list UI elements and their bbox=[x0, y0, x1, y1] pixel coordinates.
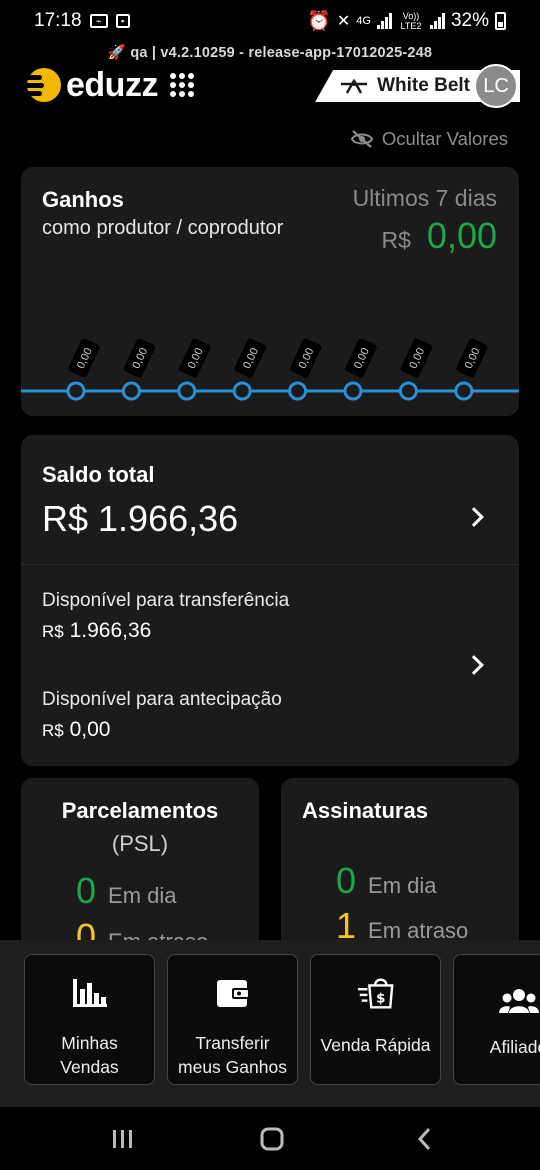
chart-point[interactable] bbox=[288, 381, 308, 401]
belt-icon bbox=[341, 78, 368, 94]
eduzz-logo-icon bbox=[20, 64, 62, 106]
transfer-label: Disponível para transferência bbox=[42, 590, 290, 611]
eye-off-icon bbox=[350, 130, 373, 148]
installments-title: Parcelamentos bbox=[61, 798, 219, 823]
quick-action-fast-sale[interactable]: $ Venda Rápida bbox=[310, 954, 441, 1085]
installments-ok-count: 0 bbox=[76, 870, 97, 911]
gains-currency: R$ bbox=[381, 227, 411, 253]
quick-action-label: Venda Rápida bbox=[320, 1035, 431, 1055]
recent-apps-button[interactable] bbox=[108, 1125, 138, 1153]
gains-card[interactable]: Ganhos como produtor / coprodutor Ultimo… bbox=[21, 167, 519, 416]
bar-chart-icon bbox=[70, 973, 110, 1013]
balance-card[interactable]: Saldo total R$ 1.966,36 Disponível para … bbox=[21, 435, 519, 766]
quick-action-label: Afiliado bbox=[489, 1037, 540, 1057]
chart-point[interactable] bbox=[454, 381, 474, 401]
screenshot-notification-icon: ▪ bbox=[115, 14, 130, 28]
subscriptions-ok: 0 Em dia bbox=[336, 860, 437, 902]
version-text: qa | v4.2.10259 - release-app-17012025-2… bbox=[130, 45, 433, 61]
advance-currency: R$ bbox=[42, 721, 64, 740]
home-button[interactable] bbox=[257, 1125, 287, 1153]
chart-data-label: 0,00 bbox=[179, 338, 211, 378]
network-type-icon: 4G bbox=[356, 15, 371, 27]
chevron-right-icon[interactable] bbox=[464, 655, 484, 675]
chart-data-label: 0,00 bbox=[68, 338, 100, 378]
fast-sale-bag-icon: $ bbox=[356, 973, 396, 1013]
app-header: eduzz White Belt LC bbox=[20, 64, 520, 114]
chart-data-label: 0,00 bbox=[400, 338, 433, 378]
version-banner: 🚀 qa | v4.2.10259 - release-app-17012025… bbox=[0, 44, 540, 61]
chart-data-label: 0,00 bbox=[456, 338, 488, 378]
signal-icon bbox=[376, 13, 392, 29]
balance-title: Saldo total bbox=[42, 462, 155, 487]
alarm-icon: ⏰ bbox=[307, 11, 331, 32]
gains-subtitle: como produtor / coprodutor bbox=[42, 217, 284, 239]
chart-point[interactable] bbox=[232, 381, 252, 401]
status-time: 17:18 bbox=[34, 10, 82, 31]
signal-icon-2 bbox=[429, 13, 445, 29]
transfer-amount: 1.966,36 bbox=[69, 619, 152, 642]
subscriptions-title: Assinaturas bbox=[302, 798, 428, 823]
quick-actions-panel: Minhas Vendas Transferir meus Ganhos $ V… bbox=[0, 940, 540, 1107]
balance-value: R$ 1.966,36 bbox=[42, 498, 239, 539]
divider bbox=[21, 564, 519, 565]
chart-point[interactable] bbox=[177, 381, 197, 401]
hide-values-toggle[interactable]: Ocultar Valores bbox=[350, 128, 508, 150]
gains-value: 0,00 bbox=[426, 215, 497, 256]
chart-data-label: 0,00 bbox=[234, 338, 266, 378]
back-button[interactable] bbox=[410, 1125, 440, 1153]
transfer-currency: R$ bbox=[42, 622, 64, 641]
eduzz-logo[interactable]: eduzz bbox=[20, 64, 194, 106]
gains-total: R$ 0,00 bbox=[382, 215, 497, 257]
group-icon bbox=[498, 981, 539, 1021]
installments-subtitle: (PSL) bbox=[111, 831, 169, 856]
apps-grid-icon[interactable] bbox=[169, 73, 194, 97]
hide-values-label: Ocultar Valores bbox=[381, 128, 508, 149]
notification-icon: ⌁ bbox=[89, 14, 108, 28]
svg-text:$: $ bbox=[376, 992, 385, 1007]
chart-data-label: 0,00 bbox=[345, 338, 377, 378]
gains-title: Ganhos bbox=[42, 187, 124, 212]
carrier-icon: Vo)) LTE2 bbox=[400, 11, 422, 31]
gains-period: Ultimos 7 dias bbox=[352, 185, 497, 211]
battery-icon bbox=[495, 12, 506, 30]
installments-ok: 0 Em dia bbox=[76, 870, 177, 912]
chevron-right-icon[interactable] bbox=[464, 507, 484, 527]
rocket-icon: 🚀 bbox=[107, 45, 127, 61]
system-nav-bar bbox=[0, 1107, 540, 1170]
mute-icon: ✕ bbox=[336, 13, 351, 30]
advance-amount: 0,00 bbox=[69, 718, 111, 741]
quick-action-label: Transferir meus Ganhos bbox=[178, 1033, 287, 1077]
subscriptions-ok-count: 0 bbox=[336, 860, 357, 901]
quick-action-label: Minhas Vendas bbox=[60, 1033, 119, 1077]
advance-value: R$ 0,00 bbox=[42, 718, 110, 742]
quick-action-affiliate[interactable]: Afiliado bbox=[453, 954, 540, 1085]
chart-point[interactable] bbox=[398, 381, 418, 401]
avatar[interactable]: LC bbox=[474, 64, 518, 108]
chart-point[interactable] bbox=[343, 381, 363, 401]
chart-point[interactable] bbox=[66, 381, 86, 401]
transfer-value: R$ 1.966,36 bbox=[42, 619, 151, 643]
belt-badge[interactable]: White Belt LC bbox=[315, 64, 520, 108]
battery-percent: 32% bbox=[450, 10, 489, 31]
quick-action-my-sales[interactable]: Minhas Vendas bbox=[24, 954, 155, 1085]
chart-data-label: 0,00 bbox=[289, 338, 322, 378]
advance-label: Disponível para antecipação bbox=[42, 689, 282, 710]
subscriptions-ok-label: Em dia bbox=[368, 873, 437, 898]
gains-chart: 0,00 0,00 0,00 0,00 0,00 0,00 0,00 0,00 bbox=[21, 338, 519, 401]
quick-action-transfer[interactable]: Transferir meus Ganhos bbox=[167, 954, 298, 1085]
installments-ok-label: Em dia bbox=[108, 883, 177, 908]
chart-data-label: 0,00 bbox=[123, 338, 156, 378]
logo-text: eduzz bbox=[66, 65, 158, 104]
wallet-icon bbox=[213, 973, 253, 1013]
belt-label: White Belt bbox=[377, 75, 470, 96]
status-bar: 17:18 ⌁ ▪ ⏰ ✕ 4G Vo)) LTE2 32% bbox=[0, 0, 540, 42]
chart-point[interactable] bbox=[121, 381, 141, 401]
